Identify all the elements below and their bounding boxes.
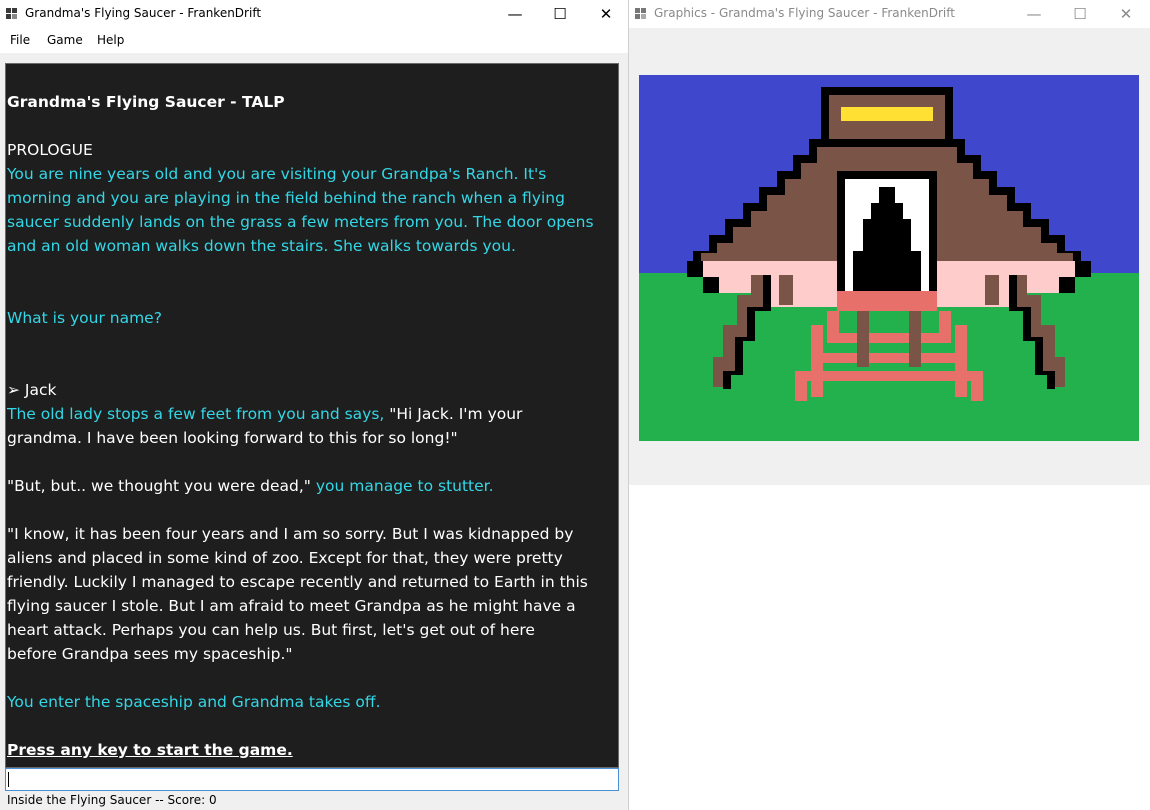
player-command: ➢ Jack <box>7 381 57 399</box>
menu-game[interactable]: Game <box>47 33 83 47</box>
intro-line: You are nine years old and you are visit… <box>7 165 547 183</box>
grandma-speech-line: aliens and placed in some kind of zoo. E… <box>7 549 563 567</box>
main-window: Grandma's Flying Saucer - FrankenDrift —… <box>0 0 629 810</box>
name-question: What is your name? <box>7 309 162 327</box>
enter-spaceship-line: You enter the spaceship and Grandma take… <box>7 693 381 711</box>
menu-file[interactable]: File <box>10 33 30 47</box>
graphics-window-title: Graphics - Grandma's Flying Saucer - Fra… <box>654 6 955 20</box>
app-icon <box>635 8 647 20</box>
game-title: Grandma's Flying Saucer - TALP <box>7 93 285 111</box>
status-bar: Inside the Flying Saucer -- Score: 0 <box>0 792 628 810</box>
menu-help[interactable]: Help <box>97 33 124 47</box>
graphics-window: Graphics - Grandma's Flying Saucer - Fra… <box>629 0 1150 485</box>
close-button[interactable]: ✕ <box>1103 0 1149 28</box>
close-button[interactable]: ✕ <box>583 0 629 28</box>
command-input[interactable] <box>5 768 619 791</box>
main-titlebar[interactable]: Grandma's Flying Saucer - FrankenDrift —… <box>0 0 628 28</box>
app-icon <box>6 8 18 20</box>
grandma-speech-line: flying saucer I stole. But I am afraid t… <box>7 597 576 615</box>
lady-speech: "Hi Jack. I'm your <box>389 405 523 423</box>
lady-speech-cont: grandma. I have been looking forward to … <box>7 429 458 447</box>
player-speech: "But, but.. we thought you were dead," <box>7 477 316 495</box>
grandma-speech-line: friendly. Luckily I managed to escape re… <box>7 573 588 591</box>
transcript-pane[interactable]: Grandma's Flying Saucer - TALP PROLOGUE … <box>5 63 619 768</box>
intro-line: and an old woman walks down the stairs. … <box>7 237 516 255</box>
menubar: File Game Help <box>0 28 628 53</box>
maximize-button[interactable]: ☐ <box>1057 0 1103 28</box>
player-narration: you manage to stutter. <box>315 477 494 495</box>
press-any-key: Press any key to start the game. <box>7 741 293 759</box>
yellow-light <box>841 107 933 121</box>
prologue-heading: PROLOGUE <box>7 141 93 159</box>
main-window-title: Grandma's Flying Saucer - FrankenDrift <box>25 6 262 20</box>
intro-line: saucer suddenly lands on the grass a few… <box>7 213 594 231</box>
grandma-speech-line: "I know, it has been four years and I am… <box>7 525 574 543</box>
grandma-speech-line: before Grandpa sees my spaceship." <box>7 645 293 663</box>
graphics-titlebar[interactable]: Graphics - Grandma's Flying Saucer - Fra… <box>629 0 1150 28</box>
scene-image <box>639 75 1139 441</box>
minimize-button[interactable]: — <box>1011 0 1057 28</box>
text-caret <box>8 772 9 787</box>
status-text: Inside the Flying Saucer -- Score: 0 <box>7 793 217 807</box>
maximize-button[interactable]: ☐ <box>537 0 583 28</box>
grandma-speech-line: heart attack. Perhaps you can help us. B… <box>7 621 535 639</box>
intro-line: morning and you are playing in the field… <box>7 189 565 207</box>
lady-narration: The old lady stops a few feet from you a… <box>7 405 390 423</box>
minimize-button[interactable]: — <box>492 0 538 28</box>
